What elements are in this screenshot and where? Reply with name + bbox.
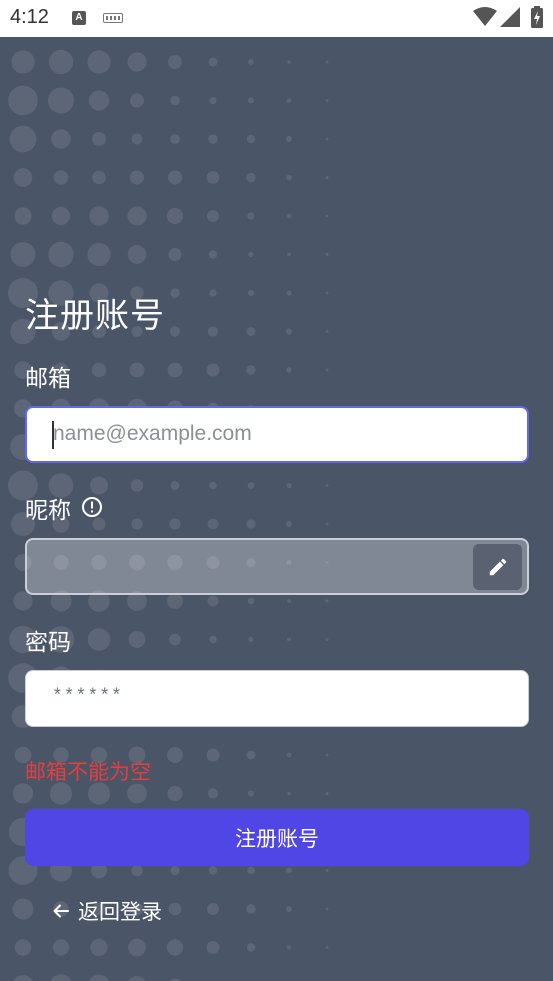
password-label: 密码 [25, 630, 71, 656]
register-screen: 4:12 A 注册账号 邮箱 name@example.com 昵称 密码 **… [0, 0, 553, 981]
register-button[interactable]: 注册账号 [25, 809, 529, 866]
keyboard-icon [103, 13, 123, 23]
email-field[interactable]: name@example.com [25, 406, 529, 463]
wifi-icon [473, 7, 497, 26]
register-panel: 注册账号 邮箱 name@example.com 昵称 密码 ****** 邮箱… [0, 37, 553, 981]
arrow-left-icon [52, 902, 70, 920]
nickname-label: 昵称 [25, 498, 71, 524]
battery-icon [531, 6, 543, 28]
password-field[interactable]: ****** [25, 670, 529, 727]
email-label: 邮箱 [25, 366, 71, 392]
error-message: 邮箱不能为空 [25, 760, 151, 784]
edit-nickname-button[interactable] [473, 544, 522, 590]
status-time: 4:12 [10, 6, 49, 28]
status-bar: 4:12 A [0, 0, 553, 37]
info-circle-icon[interactable] [81, 496, 103, 518]
password-placeholder: ****** [52, 687, 123, 707]
pencil-icon [489, 558, 506, 576]
nickname-field[interactable] [25, 538, 529, 595]
a-icon: A [72, 11, 86, 25]
signal-icon [500, 7, 520, 27]
email-placeholder: name@example.com [53, 422, 252, 445]
back-to-login-link[interactable]: 返回登录 [52, 896, 162, 926]
register-button-label: 注册账号 [235, 826, 319, 851]
back-to-login-label: 返回登录 [78, 900, 162, 924]
page-title: 注册账号 [25, 296, 165, 336]
